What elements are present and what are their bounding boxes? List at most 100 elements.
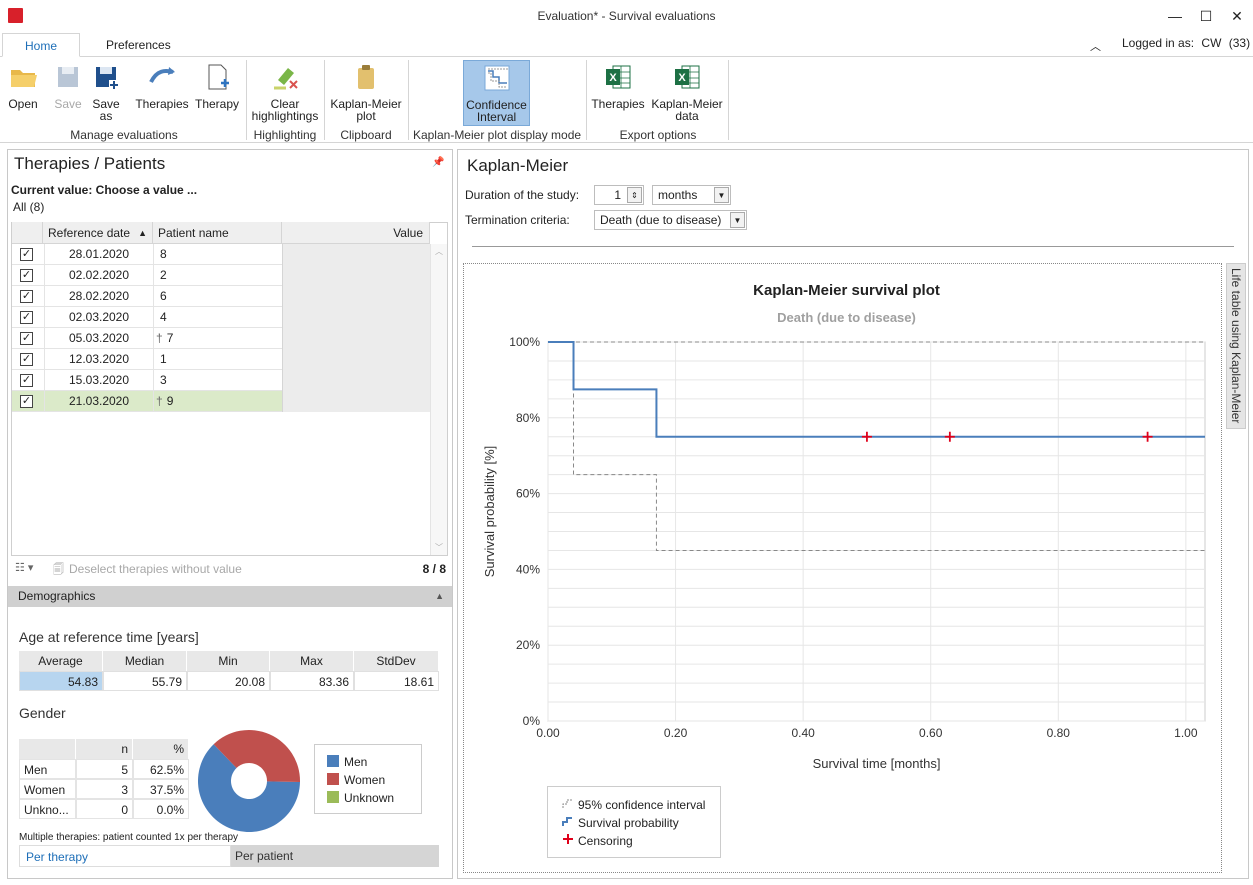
column-label: Reference date (48, 226, 131, 240)
duration-unit-select[interactable]: months ▼ (652, 185, 731, 205)
collapse-ribbon-icon[interactable]: ︿ (1090, 38, 1101, 54)
pin-icon[interactable]: 📌 (432, 157, 444, 168)
x-tick-label: 0.00 (536, 726, 560, 740)
reference-date-cell: 12.03.2020 (44, 349, 154, 370)
grid-scrollbar[interactable]: ︿ ﹀ (430, 244, 447, 555)
save-button[interactable]: Save (50, 60, 86, 126)
row-checkbox[interactable]: ✓ (20, 353, 33, 366)
svg-text:X: X (678, 72, 686, 84)
patient-name-cell: † 9 (154, 391, 173, 412)
highlighter-icon (274, 68, 298, 90)
group-manage-label: Manage evaluations (70, 128, 178, 142)
reference-date-cell: 15.03.2020 (44, 370, 154, 391)
tab-home[interactable]: Home (2, 33, 81, 57)
svg-text:X: X (609, 72, 617, 84)
patient-name-cell: 8 (154, 244, 167, 265)
table-row[interactable]: ✓ 15.03.2020 3 (12, 370, 430, 391)
reference-date-cell: 21.03.2020 (44, 391, 154, 412)
gender-pie-chart (198, 730, 300, 832)
duration-input[interactable]: 1 ⇕ (594, 185, 644, 205)
row-checkbox[interactable]: ✓ (20, 395, 33, 408)
login-user: CW (1201, 36, 1222, 50)
row-checkbox[interactable]: ✓ (20, 374, 33, 387)
therapy-button[interactable]: Therapy (192, 60, 242, 126)
per-therapy-tab[interactable]: Per therapy (19, 845, 231, 867)
km-plot-clipboard-button[interactable]: Kaplan-Meier plot (328, 60, 404, 126)
x-tick-label: 0.60 (919, 726, 943, 740)
value-cell (282, 244, 430, 265)
ci-legend-icon (562, 799, 572, 808)
column-reference-date[interactable]: Reference date ▲ (43, 222, 153, 244)
patient-name: 8 (160, 247, 167, 261)
chart-legend-label: Censoring (578, 834, 633, 848)
select-all-header[interactable] (12, 222, 43, 244)
legend-item: Men (327, 755, 367, 769)
demographics-header[interactable]: Demographics ▲ (8, 586, 452, 607)
reference-date-cell: 02.02.2020 (44, 265, 154, 286)
therapies-button[interactable]: Therapies (134, 60, 190, 126)
row-checkbox[interactable]: ✓ (20, 248, 33, 261)
column-value[interactable]: Value (282, 222, 430, 244)
current-value-label[interactable]: Current value: Choose a value ... (11, 183, 197, 197)
list-options-icon[interactable]: ☷ ▾ (15, 561, 33, 574)
life-table-side-tab[interactable]: Life table using Kaplan-Meier (1226, 263, 1246, 429)
gender-cell: 37.5% (133, 779, 189, 799)
termination-select[interactable]: Death (due to disease) ▼ (594, 210, 747, 230)
scroll-up-icon[interactable]: ︿ (435, 246, 443, 257)
dropdown-icon[interactable]: ▼ (714, 187, 729, 203)
open-button[interactable]: Open (4, 60, 42, 126)
save-as-button[interactable]: Save as (88, 60, 124, 126)
table-row[interactable]: ✓ 28.02.2020 6 (12, 286, 430, 307)
confidence-interval-button[interactable]: Confidence Interval (463, 60, 530, 126)
export-therapies-button[interactable]: X Therapies (590, 60, 646, 126)
gender-title: Gender (19, 705, 66, 721)
open-label: Open (8, 97, 38, 111)
patient-name-cell: 3 (154, 370, 167, 391)
collapse-icon[interactable]: ▲ (435, 586, 444, 607)
reference-date-cell: 05.03.2020 (44, 328, 154, 349)
duration-unit: months (658, 188, 698, 202)
clear-highlightings-button[interactable]: Clear highlightings (250, 60, 320, 126)
column-patient-name[interactable]: Patient name (153, 222, 282, 244)
table-row[interactable]: ✓ 12.03.2020 1 (12, 349, 430, 370)
km-curve-icon (484, 65, 509, 91)
table-row[interactable]: ✓ 21.03.2020 † 9 (12, 391, 430, 412)
value-cell (282, 286, 430, 307)
row-checkbox[interactable]: ✓ (20, 269, 33, 282)
deselect-icon: 🗐 (53, 564, 64, 576)
group-separator (586, 60, 587, 140)
duration-stepper[interactable]: ⇕ (627, 187, 642, 203)
termination-label: Termination criteria: (465, 213, 570, 227)
selection-counter: 8 / 8 (422, 562, 446, 576)
row-checkbox[interactable]: ✓ (20, 290, 33, 303)
scroll-down-icon[interactable]: ﹀ (435, 542, 443, 553)
group-clipboard-label: Clipboard (340, 128, 392, 142)
clipboard-icon (358, 65, 374, 89)
close-button[interactable]: ✕ (1222, 5, 1252, 27)
y-tick-label: 60% (516, 487, 540, 501)
reference-date-cell: 02.03.2020 (44, 307, 154, 328)
maximize-button[interactable]: ☐ (1191, 5, 1221, 27)
patient-name-cell: † 7 (154, 328, 173, 349)
row-checkbox[interactable]: ✓ (20, 332, 33, 345)
legend-label: Men (344, 755, 368, 769)
panel-title: Therapies / Patients (14, 154, 166, 173)
legend-label: Women (344, 773, 386, 787)
legend-item: Women (327, 773, 385, 787)
table-row[interactable]: ✓ 28.01.2020 8 (12, 244, 430, 265)
deselect-button[interactable]: Deselect therapies without value (69, 562, 242, 576)
export-km-data-button[interactable]: X Kaplan-Meier data (650, 60, 724, 126)
reference-date-cell: 28.01.2020 (44, 244, 154, 265)
row-checkbox[interactable]: ✓ (20, 311, 33, 324)
tab-preferences[interactable]: Preferences (84, 33, 193, 57)
legend-swatch (327, 773, 339, 785)
dropdown-icon[interactable]: ▼ (730, 212, 745, 228)
table-row[interactable]: ✓ 02.02.2020 2 (12, 265, 430, 286)
per-patient-tab[interactable]: Per patient (231, 845, 439, 867)
age-stat-value: 20.08 (187, 671, 270, 691)
new-document-icon (208, 64, 229, 90)
table-row[interactable]: ✓ 02.03.2020 4 (12, 307, 430, 328)
table-row[interactable]: ✓ 05.03.2020 † 7 (12, 328, 430, 349)
gender-cell: 0.0% (133, 799, 189, 819)
minimize-button[interactable]: — (1160, 5, 1190, 27)
